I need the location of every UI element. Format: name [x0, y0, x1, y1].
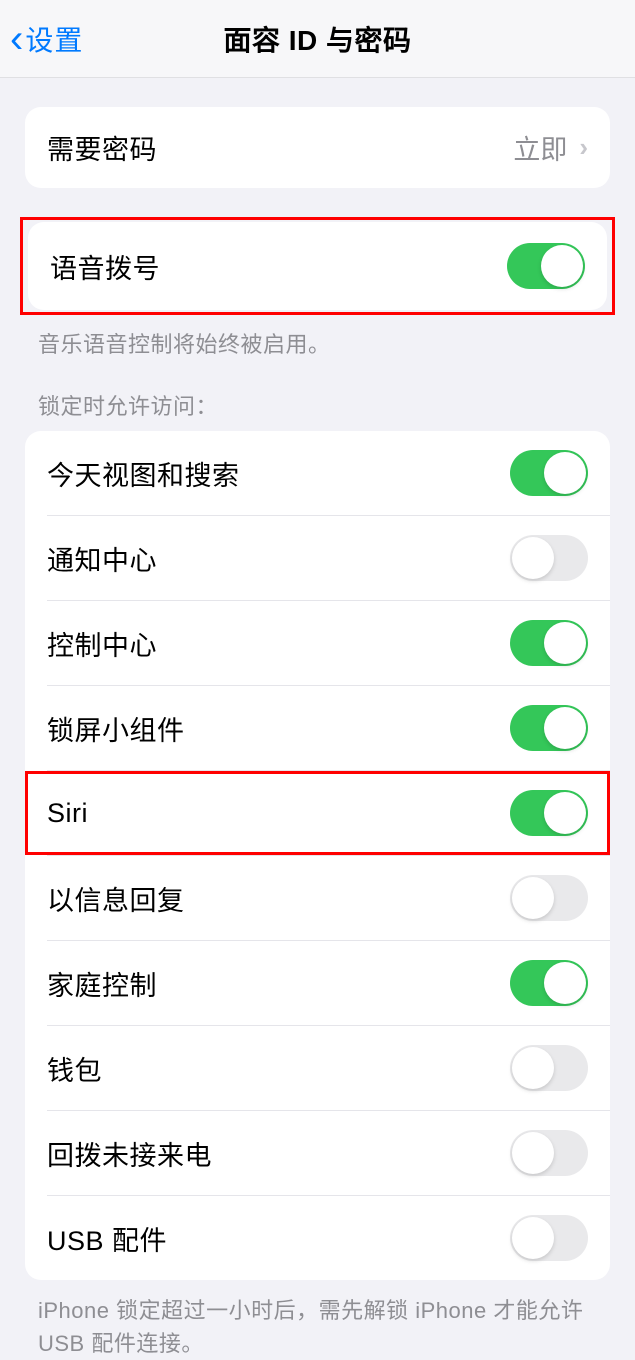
back-label: 设置	[25, 19, 83, 59]
voice-dial-row: 语音拨号	[28, 222, 607, 310]
toggle-knob	[544, 452, 586, 494]
list-item: 回拨未接来电	[25, 1111, 610, 1195]
usb-accessories-toggle[interactable]	[510, 1215, 588, 1261]
require-passcode-value: 立即	[513, 128, 567, 167]
page-title: 面容 ID 与密码	[223, 19, 411, 59]
require-passcode-row[interactable]: 需要密码 立即 ›	[25, 107, 610, 188]
voice-dial-label: 语音拨号	[50, 247, 507, 286]
toggle-knob	[544, 622, 586, 664]
notification-center-toggle[interactable]	[510, 535, 588, 581]
voice-dial-toggle[interactable]	[507, 243, 585, 289]
toggle-knob	[512, 1132, 554, 1174]
list-item-label: Siri	[47, 798, 510, 829]
list-item-label: 钱包	[47, 1049, 510, 1088]
allow-access-group: 今天视图和搜索通知中心控制中心锁屏小组件 Siri 以信息回复家庭控制钱包回拨未接来…	[25, 431, 610, 1280]
voice-dial-footer: 音乐语音控制将始终被启用。	[0, 315, 635, 359]
chevron-left-icon: ‹	[10, 19, 23, 59]
list-item: 钱包	[25, 1026, 610, 1110]
toggle-knob	[512, 1047, 554, 1089]
list-item-label: 以信息回复	[47, 879, 510, 918]
list-item: 以信息回复	[25, 856, 610, 940]
list-item: 通知中心	[25, 516, 610, 600]
list-item-label: 回拨未接来电	[47, 1134, 510, 1173]
today-view-search-toggle[interactable]	[510, 450, 588, 496]
reply-with-message-toggle[interactable]	[510, 875, 588, 921]
list-item: USB 配件	[25, 1196, 610, 1280]
wallet-toggle[interactable]	[510, 1045, 588, 1091]
home-control-toggle[interactable]	[510, 960, 588, 1006]
list-item-label: 通知中心	[47, 539, 510, 578]
toggle-knob	[544, 962, 586, 1004]
siri-toggle[interactable]	[510, 790, 588, 836]
list-item: Siri	[25, 771, 610, 855]
list-item: 今天视图和搜索	[25, 431, 610, 515]
list-item: 锁屏小组件	[25, 686, 610, 770]
toggle-knob	[544, 792, 586, 834]
list-item-label: 家庭控制	[47, 964, 510, 1003]
list-item: 家庭控制	[25, 941, 610, 1025]
control-center-toggle[interactable]	[510, 620, 588, 666]
list-item-label: 今天视图和搜索	[47, 454, 510, 493]
list-item-label: 锁屏小组件	[47, 709, 510, 748]
require-passcode-label: 需要密码	[47, 128, 513, 167]
list-item-label: USB 配件	[47, 1219, 510, 1258]
lock-screen-widgets-toggle[interactable]	[510, 705, 588, 751]
back-button[interactable]: ‹ 设置	[0, 19, 83, 59]
nav-header: ‹ 设置 面容 ID 与密码	[0, 0, 635, 78]
toggle-knob	[512, 877, 554, 919]
list-item: 控制中心	[25, 601, 610, 685]
toggle-knob	[512, 537, 554, 579]
toggle-knob	[544, 707, 586, 749]
voice-dial-highlight: 语音拨号	[20, 217, 615, 315]
toggle-knob	[541, 245, 583, 287]
allow-access-header: 锁定时允许访问：	[0, 359, 635, 431]
usb-footer: iPhone 锁定超过一小时后，需先解锁 iPhone 才能允许USB 配件连接…	[0, 1280, 635, 1360]
chevron-right-icon: ›	[579, 132, 588, 163]
list-item-label: 控制中心	[47, 624, 510, 663]
return-missed-calls-toggle[interactable]	[510, 1130, 588, 1176]
require-passcode-group: 需要密码 立即 ›	[25, 107, 610, 188]
